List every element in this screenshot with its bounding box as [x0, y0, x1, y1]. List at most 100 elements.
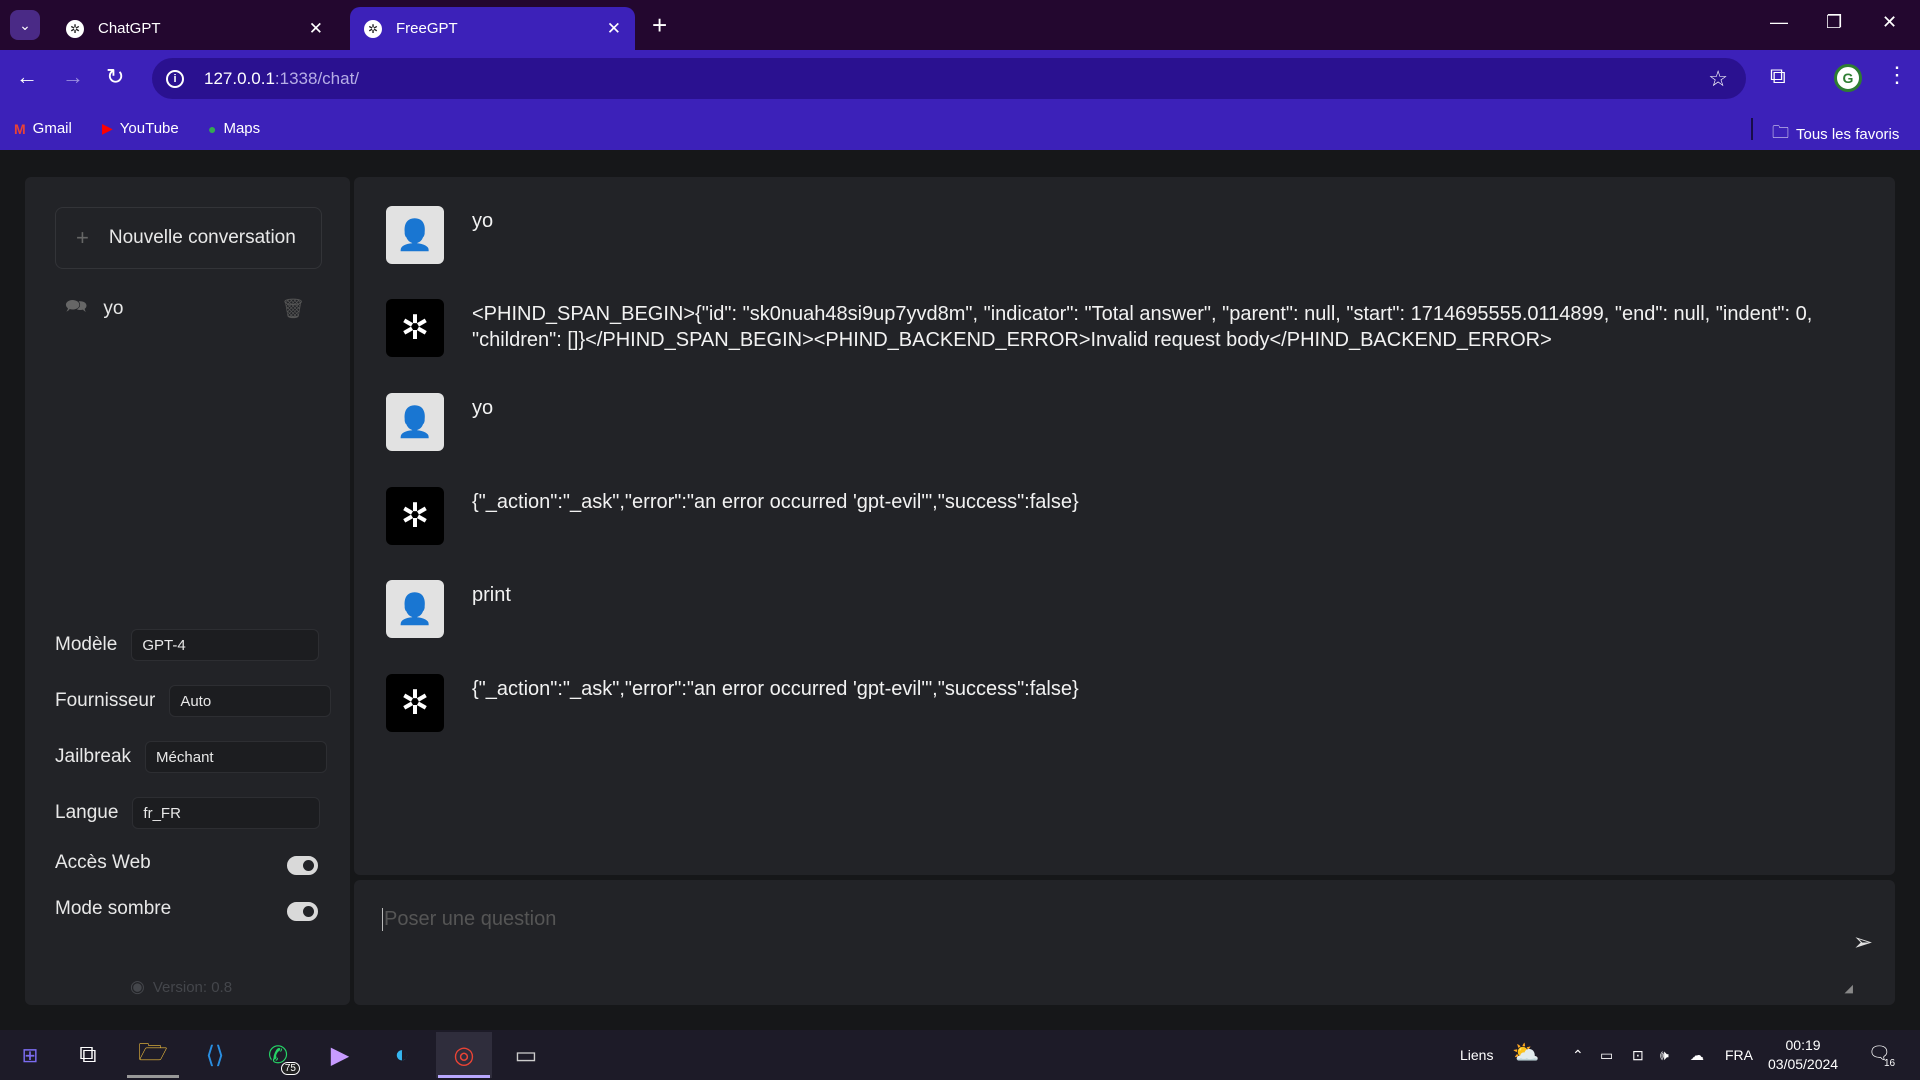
openai-logo-icon: ✲ [386, 487, 444, 545]
model-label: Modèle [55, 634, 118, 655]
cloud-icon[interactable]: ☁ [1690, 1047, 1704, 1064]
model-select[interactable]: GPT-4 [131, 629, 320, 661]
restore-icon[interactable]: ❐ [1826, 12, 1842, 33]
tab-search-button[interactable]: ⌄ [10, 10, 40, 40]
chevron-up-icon[interactable]: ⌃ [1572, 1047, 1584, 1064]
message-user: 👤 yo [386, 206, 1866, 264]
chat-bubbles-icon: 🗪 [65, 296, 88, 316]
github-icon: ◉ [130, 977, 145, 996]
version-link[interactable]: ◉ Version: 0.8 [130, 977, 232, 997]
message-input-box[interactable]: Poser une question ➢ ◢ [354, 880, 1895, 1005]
vscode-icon[interactable]: ⟨⟩ [187, 1032, 243, 1078]
device-icon[interactable]: ⊡ [1632, 1047, 1644, 1064]
web-access-toggle[interactable] [287, 856, 318, 875]
provider-label: Fournisseur [55, 690, 156, 711]
site-info-icon[interactable]: i [166, 69, 184, 88]
conversation-item[interactable]: 🗪 yo 🗑 [65, 289, 325, 329]
openai-logo-icon: ✲ [386, 299, 444, 357]
file-explorer-icon[interactable]: 🗁 [125, 1032, 181, 1078]
message-assistant: ✲ {"_action":"_ask","error":"an error oc… [386, 674, 1866, 732]
bookmark-maps[interactable]: ● Maps [208, 120, 260, 137]
widgets-icon[interactable]: ⊞ [2, 1032, 58, 1078]
bookmark-gmail[interactable]: M Gmail [14, 120, 72, 137]
user-avatar-icon: 👤 [386, 580, 444, 638]
input-language[interactable]: FRA [1725, 1047, 1753, 1063]
tab-title: FreeGPT [396, 20, 458, 37]
chevron-down-icon: ⌄ [19, 16, 31, 33]
dark-mode-toggle[interactable] [287, 902, 318, 921]
whatsapp-badge: 75 [280, 1062, 300, 1075]
bookmark-label: YouTube [119, 120, 179, 137]
task-view-icon[interactable]: ⧉ [60, 1032, 116, 1078]
forward-icon[interactable]: → [62, 64, 84, 90]
date: 03/05/2024 [1768, 1056, 1839, 1072]
language-label: Langue [55, 802, 119, 823]
all-bookmarks-label: Tous les favoris [1796, 126, 1900, 143]
trash-icon[interactable]: 🗑 [281, 297, 305, 321]
weather-icon[interactable]: ⛅ [1512, 1040, 1539, 1066]
message-input-placeholder[interactable]: Poser une question [382, 908, 556, 931]
tab-title: ChatGPT [98, 20, 161, 37]
address-bar[interactable]: i 127.0.0.1:1338/chat/ ☆ [152, 58, 1746, 99]
profile-avatar[interactable]: G [1834, 64, 1862, 92]
reload-icon[interactable]: ↻ [106, 64, 124, 90]
user-avatar-icon: 👤 [386, 393, 444, 451]
new-conversation-button[interactable]: + Nouvelle conversation [55, 207, 322, 269]
resize-grip-icon[interactable]: ◢ [1845, 982, 1853, 995]
more-menu-icon[interactable]: ⋮ [1886, 62, 1908, 88]
running-indicator [127, 1075, 179, 1078]
folder-icon: 🗀 [1772, 123, 1789, 142]
bookmark-youtube[interactable]: ▶ YouTube [102, 120, 179, 137]
tab-chatgpt[interactable]: ✲ ChatGPT ✕ [52, 7, 337, 50]
bookmark-star-icon[interactable]: ☆ [1708, 66, 1728, 92]
chrome-icon[interactable]: ◎ [436, 1032, 492, 1078]
chatgpt-icon: ✲ [66, 19, 84, 38]
extensions-icon[interactable]: ⧉ [1770, 63, 1786, 89]
language-setting: Langue fr_FR [55, 797, 321, 829]
minimize-icon[interactable]: — [1770, 12, 1788, 33]
user-avatar-icon: 👤 [386, 206, 444, 264]
new-tab-icon[interactable]: + [652, 10, 667, 41]
new-conversation-label: Nouvelle conversation [108, 227, 296, 248]
back-icon[interactable]: ← [16, 64, 38, 90]
message-text: {"_action":"_ask","error":"an error occu… [472, 491, 1079, 513]
notification-count: 16 [1884, 1058, 1896, 1069]
clock[interactable]: 00:19 03/05/2024 [1768, 1036, 1838, 1074]
links-label[interactable]: Liens [1460, 1047, 1493, 1063]
message-user: 👤 yo [386, 393, 1866, 451]
volume-icon[interactable]: 🕪 [1660, 1047, 1669, 1064]
edge-icon[interactable]: ◐ [374, 1032, 430, 1078]
plus-icon: + [76, 225, 89, 250]
chat-messages: 👤 yo ✲ <PHIND_SPAN_BEGIN>{"id": "sk0nuah… [354, 177, 1895, 875]
message-assistant: ✲ <PHIND_SPAN_BEGIN>{"id": "sk0nuah48si9… [386, 299, 1866, 357]
close-window-icon[interactable]: ✕ [1882, 12, 1897, 33]
dark-mode-label: Mode sombre [55, 898, 172, 919]
jailbreak-select[interactable]: Méchant [145, 741, 328, 773]
media-player-icon[interactable]: ▶ [312, 1032, 368, 1078]
close-icon[interactable]: ✕ [607, 19, 621, 39]
tab-strip: ⌄ ✲ ChatGPT ✕ ✲ FreeGPT ✕ + — ❐ ✕ [0, 0, 1920, 50]
message-text: <PHIND_SPAN_BEGIN>{"id": "sk0nuah48si9up… [472, 303, 1813, 351]
language-select[interactable]: fr_FR [132, 797, 321, 829]
browser-toolbar: ← → ↻ i 127.0.0.1:1338/chat/ ☆ ⧉ G ⋮ [0, 50, 1920, 108]
web-access-label: Accès Web [55, 852, 151, 873]
youtube-icon: ▶ [102, 120, 113, 136]
bookmark-label: Gmail [32, 120, 72, 137]
tab-freegpt[interactable]: ✲ FreeGPT ✕ [350, 7, 635, 50]
jailbreak-setting: Jailbreak Méchant [55, 741, 328, 773]
provider-select[interactable]: Auto [169, 685, 332, 717]
close-icon[interactable]: ✕ [309, 19, 323, 39]
conversation-label: yo [103, 298, 124, 319]
all-bookmarks[interactable]: 🗀 Tous les favoris [1772, 120, 1899, 149]
message-text: yo [472, 397, 494, 419]
taskbar: ⊞ ⧉ 🗁 ⟨⟩ ✆ 75 ▶ ◐ ◎ ▭ Liens ⛅ ⌃ ▭ ⊡ 🕪 ☁ F… [0, 1030, 1920, 1080]
bookmark-label: Maps [223, 120, 261, 137]
terminal-icon[interactable]: ▭ [498, 1032, 554, 1078]
send-icon[interactable]: ➢ [1853, 928, 1873, 957]
openai-logo-icon: ✲ [386, 674, 444, 732]
whatsapp-icon[interactable]: ✆ 75 [250, 1032, 306, 1078]
url-host: 127.0.0.1 [204, 68, 275, 88]
bookmarks-bar: M Gmail ▶ YouTube ● Maps 🗀 Tous les favo… [0, 108, 1920, 150]
battery-icon[interactable]: ▭ [1600, 1047, 1613, 1064]
message-user: 👤 print [386, 580, 1866, 638]
